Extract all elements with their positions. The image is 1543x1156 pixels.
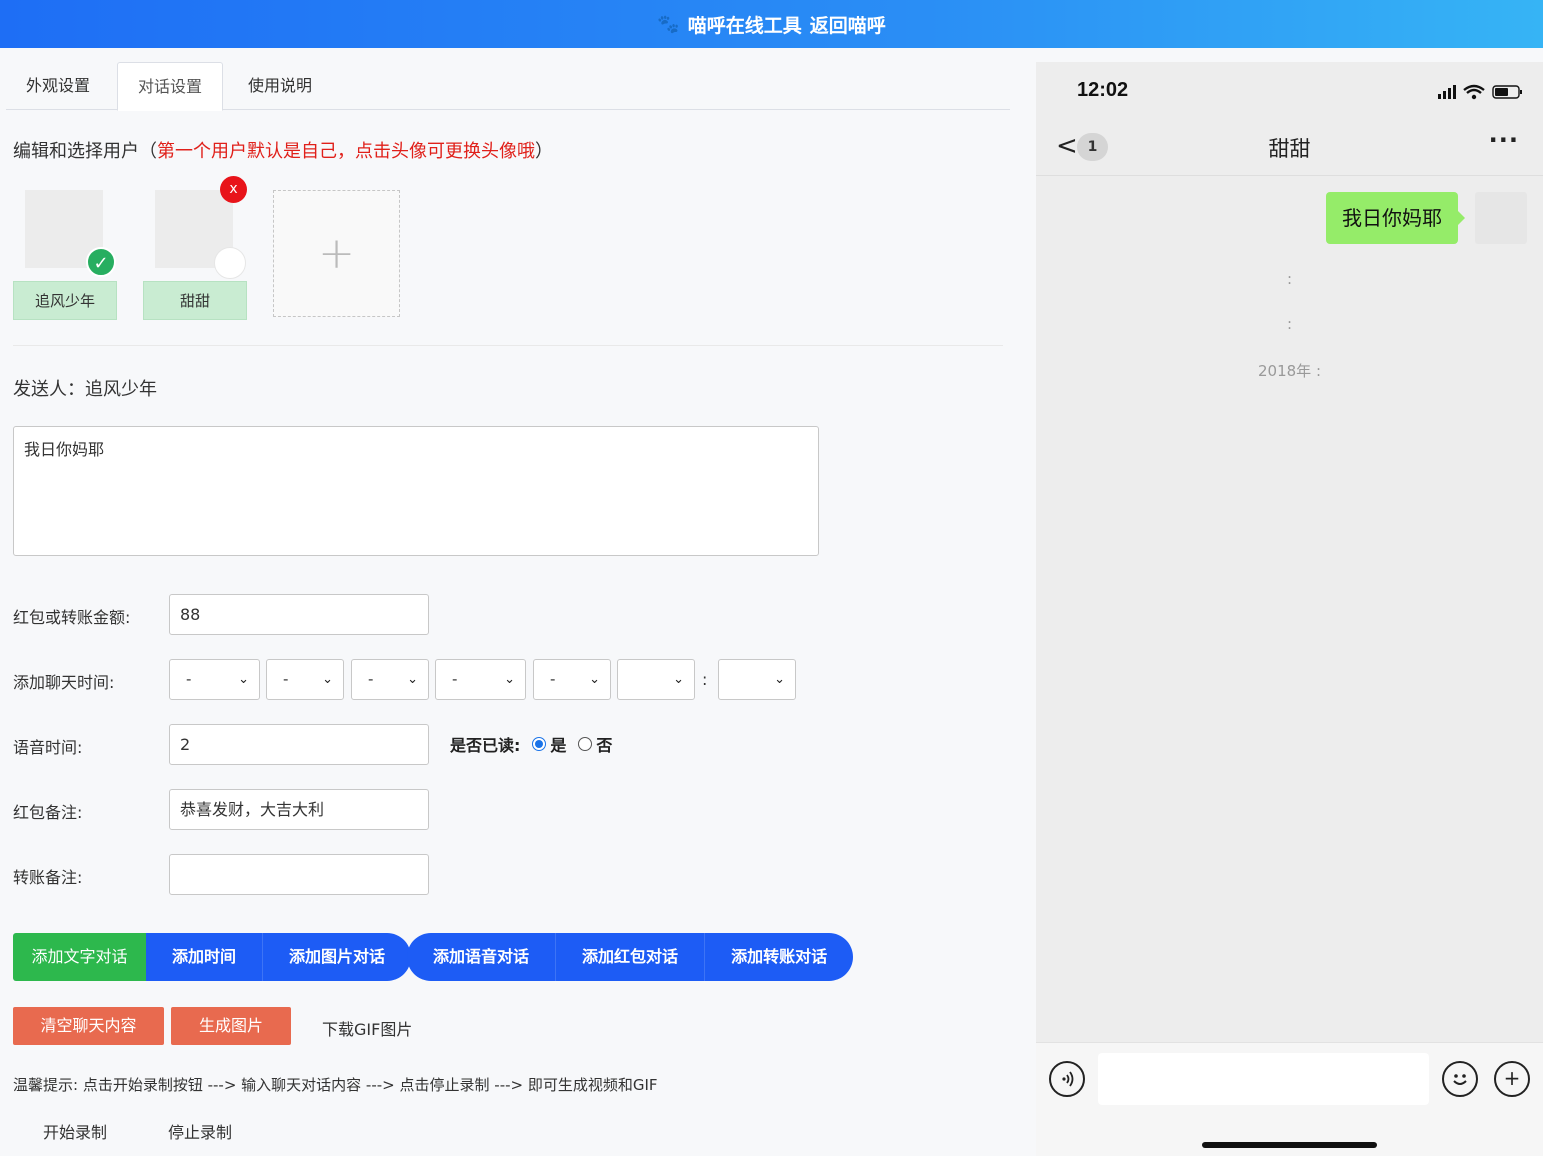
- chat-navbar: < 1 甜甜 ···: [1036, 118, 1543, 176]
- voice-time-label: 语音时间:: [13, 738, 83, 757]
- emoji-icon[interactable]: [1442, 1061, 1478, 1097]
- read-status-group: 是否已读: 是 否: [450, 736, 613, 755]
- tip-text: 温馨提示: 点击开始录制按钮 ---> 输入聊天对话内容 ---> 点击停止录制…: [13, 1076, 658, 1094]
- phone-preview: 12:02 < 1 甜甜 ··· 我日你妈耶 : : 2018年 : +: [1036, 62, 1543, 1156]
- year-select[interactable]: - ⌄: [169, 659, 260, 700]
- chat-input[interactable]: [1098, 1053, 1429, 1105]
- sender-line: 发送人：追风少年: [13, 379, 157, 400]
- top-banner: 🐾 喵呼在线工具 返回喵呼: [0, 0, 1543, 48]
- system-time: :: [1286, 315, 1293, 333]
- download-gif-button[interactable]: 下载GIF图片: [322, 1016, 412, 1040]
- chevron-down-icon: ⌄: [673, 672, 684, 687]
- plus-icon[interactable]: +: [1494, 1061, 1530, 1097]
- clear-chat-button[interactable]: 清空聊天内容: [13, 1007, 164, 1045]
- month-select[interactable]: - ⌄: [266, 659, 344, 700]
- system-time: :: [1286, 270, 1293, 288]
- avatar: [1475, 192, 1527, 244]
- divider: [13, 345, 1003, 346]
- transfer-note-label: 转账备注:: [13, 868, 83, 887]
- chevron-down-icon: ⌄: [407, 672, 418, 687]
- users-section-title: 编辑和选择用户（第一个用户默认是自己，点击头像可更换头像哦）: [13, 141, 553, 162]
- chevron-down-icon: ⌄: [589, 672, 600, 687]
- generate-image-button[interactable]: 生成图片: [171, 1007, 291, 1045]
- add-image-dialog-button[interactable]: 添加图片对话: [263, 933, 411, 981]
- hour-select[interactable]: ⌄: [617, 659, 695, 700]
- tab-bar: 外观设置 对话设置 使用说明: [6, 62, 1010, 111]
- status-time: 12:02: [1077, 79, 1129, 101]
- check-icon: ✓: [86, 247, 116, 277]
- add-voice-dialog-button[interactable]: 添加语音对话: [407, 933, 557, 981]
- users-hint: 第一个用户默认是自己，点击头像可更换头像哦: [157, 141, 535, 162]
- weekday-select[interactable]: - ⌄: [435, 659, 526, 700]
- user-name[interactable]: 追风少年: [13, 281, 117, 320]
- tab-appearance[interactable]: 外观设置: [6, 62, 110, 110]
- delete-user-button[interactable]: x: [220, 176, 247, 203]
- add-dialog-buttons: 添加文字对话 添加时间 添加图片对话 添加语音对话 添加红包对话 添加转账对话: [13, 933, 854, 981]
- message-textarea[interactable]: 我日你妈耶: [13, 426, 819, 556]
- user-name[interactable]: 甜甜: [143, 281, 247, 320]
- stop-record-button[interactable]: 停止录制: [168, 1119, 232, 1143]
- more-icon[interactable]: ···: [1489, 126, 1519, 154]
- add-transfer-dialog-button[interactable]: 添加转账对话: [705, 933, 853, 981]
- chat-time-label: 添加聊天时间:: [13, 673, 115, 692]
- add-user-button[interactable]: +: [273, 190, 400, 317]
- add-redpacket-dialog-button[interactable]: 添加红包对话: [556, 933, 706, 981]
- redpacket-note-label: 红包备注:: [13, 803, 83, 822]
- time-colon: :: [702, 670, 708, 689]
- voice-icon[interactable]: [1049, 1061, 1085, 1097]
- amount-input[interactable]: 88: [169, 594, 429, 635]
- back-link[interactable]: 返回喵呼: [810, 11, 886, 38]
- button-group: 添加语音对话 添加红包对话 添加转账对话: [407, 933, 854, 981]
- site-title-link[interactable]: 喵呼在线工具: [688, 11, 802, 38]
- tab-dialog-settings[interactable]: 对话设置: [117, 62, 224, 111]
- read-no-radio[interactable]: [578, 737, 593, 751]
- tab-instructions[interactable]: 使用说明: [228, 62, 332, 110]
- voice-time-input[interactable]: 2: [169, 724, 429, 765]
- chevron-down-icon: ⌄: [238, 672, 249, 687]
- chat-bubble: 我日你妈耶: [1326, 192, 1465, 244]
- chevron-down-icon: ⌄: [322, 672, 333, 687]
- transfer-note-input[interactable]: [169, 854, 429, 895]
- add-time-button[interactable]: 添加时间: [146, 933, 264, 981]
- chevron-down-icon: ⌄: [774, 672, 785, 687]
- chat-title: 甜甜: [1268, 137, 1311, 161]
- sender-name: 追风少年: [85, 379, 157, 400]
- system-time: 2018年 :: [1258, 362, 1321, 380]
- redpacket-note-input[interactable]: 恭喜发财，大吉大利: [169, 789, 429, 830]
- home-indicator: [1202, 1142, 1377, 1148]
- add-text-dialog-button[interactable]: 添加文字对话: [13, 933, 146, 981]
- day-select[interactable]: - ⌄: [351, 659, 429, 700]
- status-bar: 12:02: [1036, 62, 1543, 118]
- chat-input-bar: +: [1036, 1042, 1543, 1156]
- amount-label: 红包或转账金额:: [13, 608, 131, 627]
- period-select[interactable]: - ⌄: [533, 659, 611, 700]
- start-record-button[interactable]: 开始录制: [43, 1119, 107, 1143]
- paw-icon: 🐾: [657, 13, 680, 35]
- settings-panel: 外观设置 对话设置 使用说明 编辑和选择用户（第一个用户默认是自己，点击头像可更…: [0, 48, 1020, 1156]
- button-group: 添加时间 添加图片对话: [146, 933, 412, 981]
- chevron-down-icon: ⌄: [504, 672, 515, 687]
- read-yes-radio[interactable]: [532, 737, 547, 751]
- select-circle[interactable]: [214, 247, 246, 279]
- minute-select[interactable]: ⌄: [718, 659, 796, 700]
- status-icons: [1438, 84, 1522, 100]
